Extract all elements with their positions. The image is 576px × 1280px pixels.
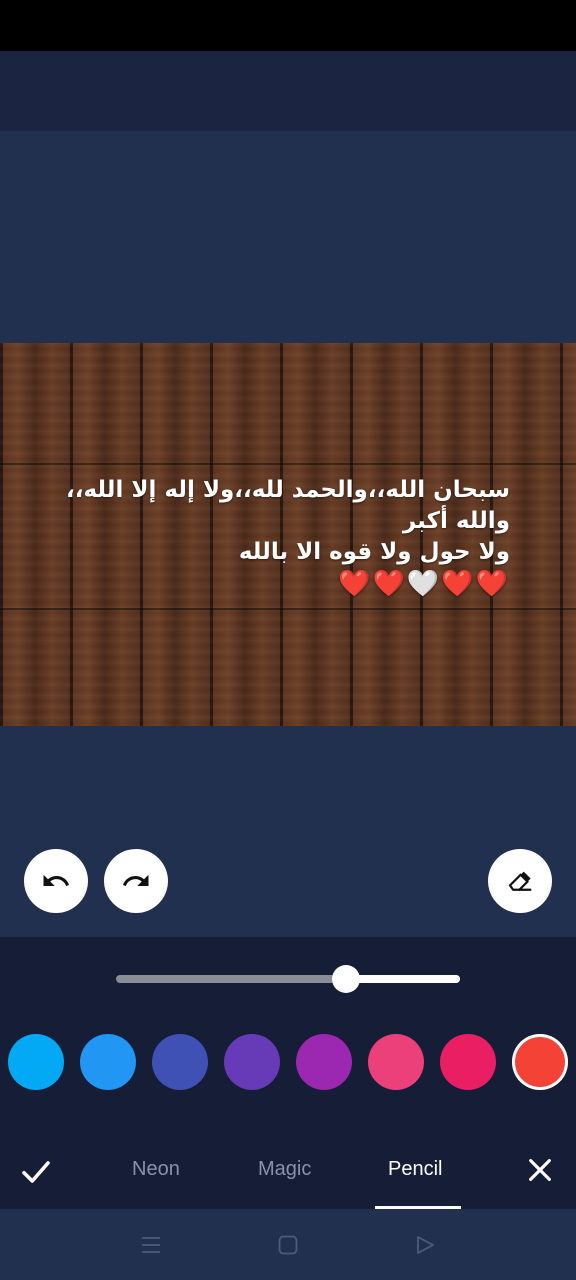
color-swatch[interactable]: [440, 1034, 496, 1090]
wood-seam: [0, 463, 576, 465]
tab-magic[interactable]: Magic: [258, 1158, 311, 1181]
check-icon[interactable]: [18, 1154, 54, 1190]
status-bar: [0, 0, 576, 51]
color-swatch[interactable]: [224, 1034, 280, 1090]
color-swatch[interactable]: [512, 1034, 568, 1090]
caption-line: والله أكبر: [402, 508, 510, 534]
top-bar: [0, 51, 576, 131]
tab-pencil[interactable]: Pencil: [388, 1158, 442, 1181]
redo-icon: [122, 874, 149, 886]
brush-size-slider-fill: [346, 975, 460, 983]
brush-tab-bar: Neon Magic Pencil: [0, 1130, 576, 1210]
undo-icon: [43, 874, 70, 886]
back-icon[interactable]: [413, 1233, 437, 1257]
color-swatch[interactable]: [80, 1034, 136, 1090]
caption-hearts: ❤️❤️🤍❤️❤️: [338, 569, 510, 599]
eraser-button[interactable]: [488, 849, 552, 913]
redo-button[interactable]: [104, 849, 168, 913]
close-icon[interactable]: [524, 1154, 556, 1186]
color-swatch[interactable]: [296, 1034, 352, 1090]
menu-icon[interactable]: [139, 1233, 163, 1257]
caption-text: سبحان الله،،والحمد لله،،ولا إله إلا الله…: [20, 475, 510, 600]
tab-neon[interactable]: Neon: [132, 1158, 180, 1181]
color-swatch[interactable]: [8, 1034, 64, 1090]
caption-line: سبحان الله،،والحمد لله،،ولا إله إلا الله…: [66, 477, 510, 503]
home-icon[interactable]: [276, 1233, 300, 1257]
active-tab-indicator: [375, 1206, 461, 1209]
wood-seam: [0, 608, 576, 610]
color-swatch[interactable]: [368, 1034, 424, 1090]
undo-button[interactable]: [24, 849, 88, 913]
system-nav-bar: [0, 1210, 576, 1280]
eraser-icon: [508, 871, 532, 891]
color-swatch[interactable]: [152, 1034, 208, 1090]
background-image[interactable]: سبحان الله،،والحمد لله،،ولا إله إلا الله…: [0, 343, 576, 726]
caption-line: ولا حول ولا قوه الا بالله: [238, 539, 510, 565]
